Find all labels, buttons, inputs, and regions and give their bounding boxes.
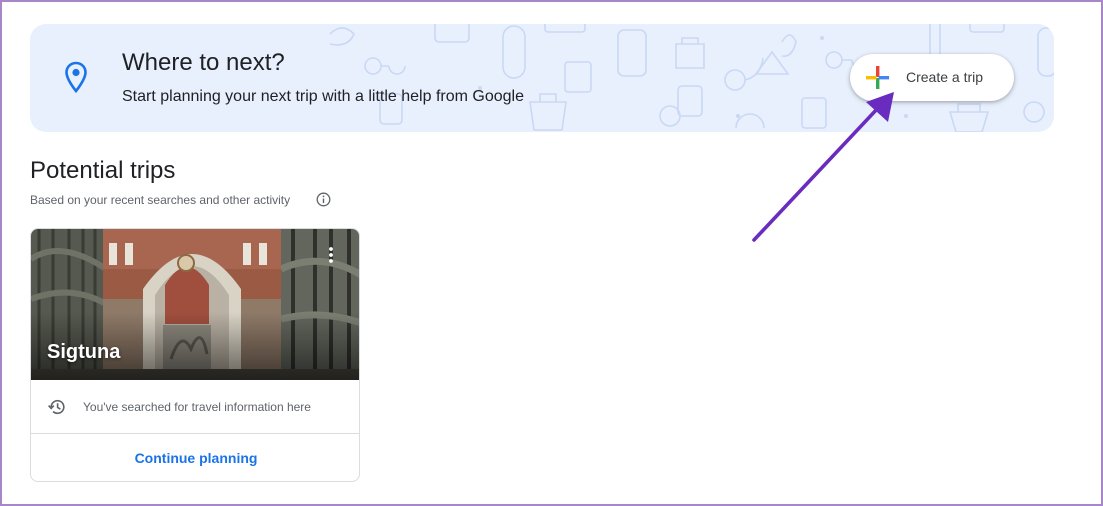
location-pin-icon [65, 61, 87, 93]
section-subtitle: Based on your recent searches and other … [30, 193, 291, 207]
more-vert-icon[interactable] [326, 245, 336, 265]
info-icon[interactable] [316, 192, 331, 207]
banner-subtitle: Start planning your next trip with a lit… [122, 88, 524, 105]
create-trip-label: Create a trip [906, 69, 984, 85]
create-trip-button[interactable]: Create a trip [850, 54, 1014, 101]
screenshot-frame: Where to next? Start planning your next … [0, 0, 1103, 506]
search-history-row: You've searched for travel information h… [31, 380, 359, 433]
history-icon [48, 399, 65, 415]
trip-card[interactable]: Sigtuna You've searched for travel infor… [30, 228, 360, 482]
section-title: Potential trips [30, 157, 176, 184]
search-history-text: You've searched for travel information h… [83, 400, 311, 414]
trip-destination-title: Sigtuna [47, 341, 121, 363]
where-to-next-banner: Where to next? Start planning your next … [30, 24, 1054, 132]
colorful-plus-icon [866, 66, 890, 89]
continue-planning-button[interactable]: Continue planning [31, 434, 359, 481]
banner-title: Where to next? [122, 49, 285, 76]
